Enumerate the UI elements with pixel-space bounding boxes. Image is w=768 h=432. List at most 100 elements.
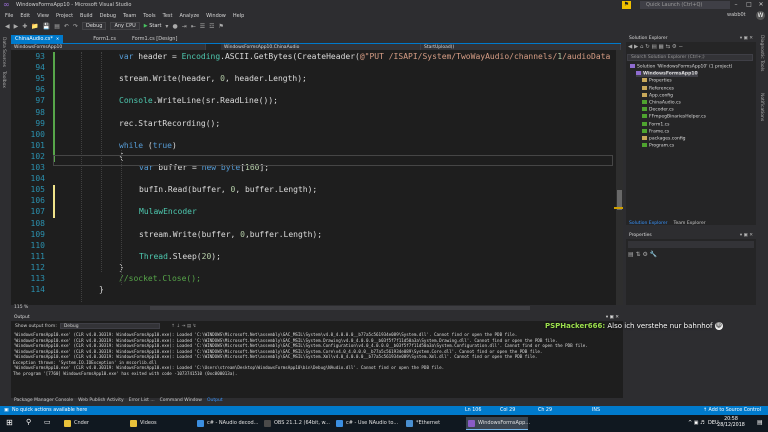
tab-label: Form1.cs (93, 36, 116, 42)
menu-file[interactable]: File (5, 13, 13, 19)
menu-project[interactable]: Project (56, 13, 73, 19)
solution-toolbar-icons[interactable]: ◀ ▶ ⌂ ↻ ▤ ▦ ⇆ ⚙ − (628, 44, 683, 50)
user-account[interactable]: wabb0t (727, 12, 746, 18)
tab-error-list[interactable]: Error List ... (129, 397, 155, 404)
tab-command-window[interactable]: Command Window (160, 397, 202, 404)
solution-search-input[interactable]: Search Solution Explorer (Ctrl+;) (627, 54, 753, 61)
start-label: Start (149, 23, 162, 29)
menu-team[interactable]: Team (123, 13, 136, 19)
play-icon: ▶ (143, 23, 148, 29)
tab-output[interactable]: Output (207, 397, 223, 404)
properties-object-combo[interactable] (628, 241, 754, 248)
save-icon[interactable]: 💾 (43, 23, 50, 30)
solution-tree-item[interactable]: ChinaAudio.cs (642, 100, 681, 106)
pin-icon[interactable]: ▾ ▣ ✕ (740, 232, 753, 239)
tray-icons[interactable]: ^ ▣ ♬ (688, 420, 705, 426)
platform-select[interactable]: Any CPU (110, 22, 140, 30)
editor-horizontal-scrollbar[interactable] (150, 306, 530, 310)
system-clock[interactable]: 20:58 28/12/2018 (714, 417, 748, 429)
tab-form1-design[interactable]: Form1.cs [Design] (128, 35, 181, 43)
menu-window[interactable]: Window (206, 13, 226, 19)
undo-icon[interactable]: ↶ (64, 23, 69, 30)
back-icon[interactable]: ◀ (5, 23, 10, 30)
taskbar-app[interactable]: WindowsFormsApp... (466, 417, 530, 430)
open-icon[interactable]: 📁 (31, 23, 38, 30)
quick-launch-input[interactable]: Quick Launch (Ctrl+Q) (640, 1, 730, 9)
solution-tree-item[interactable]: Solution 'WindowsFormsApp10' (1 project) (630, 64, 732, 70)
outdent-icon[interactable]: ⇤ (191, 23, 196, 30)
solution-tree-item[interactable]: Form1.cs (642, 121, 669, 127)
start-button[interactable]: ▶ Start (144, 23, 162, 29)
notification-flag-icon[interactable]: ⚑ (622, 1, 631, 9)
taskbar-app[interactable]: Cnder (62, 417, 126, 430)
output-text[interactable]: 'WindowsFormsApp10.exe' (CLR v4.0.30319:… (13, 332, 613, 387)
minimize-button[interactable]: – (730, 0, 742, 10)
code-line: Console.WriteLine(sr.ReadLine()); (119, 96, 278, 106)
attach-icon[interactable]: ▾ (165, 23, 168, 30)
notifications-tab[interactable]: Notifications (759, 93, 764, 121)
taskbar-app[interactable]: OBS 21.1.2 (64bit, w... (262, 417, 330, 430)
menu-debug[interactable]: Debug (100, 13, 116, 19)
solution-tree-item[interactable]: FFmpegBinariesHelper.cs (642, 114, 706, 120)
menu-view[interactable]: View (37, 13, 49, 19)
toolbox-tab[interactable]: Toolbox (1, 71, 6, 88)
add-to-source-control-button[interactable]: ↑ Add to Source Control (703, 406, 761, 415)
pin-icon[interactable]: ▾ ▣ ✕ (606, 314, 619, 321)
menu-build[interactable]: Build (80, 13, 93, 19)
bookmark-icon[interactable]: ⚑ (219, 23, 224, 30)
data-sources-tab[interactable]: Data Sources (1, 37, 6, 67)
solution-tree-item[interactable]: Decoder.cs (642, 107, 674, 113)
code-line: } (99, 285, 104, 295)
code-editor[interactable]: 93 var header = Encoding.ASCII.GetBytes(C… (11, 50, 623, 305)
app-icon (197, 420, 204, 427)
tab-chinaaudio[interactable]: ChinaAudio.cs* ✕ (11, 35, 64, 43)
solution-tree-item[interactable]: Program.cs (642, 143, 674, 149)
tab-solution-explorer[interactable]: Solution Explorer (629, 220, 668, 227)
save-all-icon[interactable]: ▤ (54, 23, 60, 30)
output-toolbar-icons[interactable]: ↑ ↓ ⇥ ▤ ↯ (171, 324, 196, 329)
menu-help[interactable]: Help (233, 13, 244, 19)
tree-item-label: WindowsFormsApp10 (643, 71, 698, 77)
action-center-icon[interactable]: ▤ (757, 419, 763, 426)
output-source-select[interactable]: Debug (59, 323, 160, 329)
menu-tools[interactable]: Tools (143, 13, 155, 19)
diagnostic-tools-tab[interactable]: Diagnostic Tools (759, 35, 764, 71)
solution-tree-item[interactable]: WindowsFormsApp10 (636, 71, 698, 77)
taskbar-app[interactable]: *Ethernet (404, 417, 468, 430)
pin-icon[interactable]: ▾ ▣ ✕ (740, 35, 753, 42)
properties-toolbar-icons[interactable]: ▤ ⇅ ⚙ 🔧 (628, 251, 657, 258)
tab-web-publish-activity[interactable]: Web Publish Activity (78, 397, 124, 404)
task-view-icon[interactable]: ▭ (44, 418, 51, 426)
taskbar-app[interactable]: Videos (128, 417, 192, 430)
close-button[interactable]: ✕ (755, 0, 767, 10)
comment-icon[interactable]: ☰ (200, 23, 205, 30)
windows-start-icon[interactable]: ⊞ (6, 418, 13, 427)
forward-icon[interactable]: ▶ (14, 23, 19, 30)
new-project-icon[interactable]: ✚ (22, 23, 27, 30)
menu-analyze[interactable]: Analyze (179, 13, 199, 19)
taskbar-app[interactable]: c# - NAudio decod... (195, 417, 259, 430)
solution-tree-item[interactable]: App.config (642, 92, 673, 98)
indent-icon[interactable]: ⇥ (182, 23, 187, 30)
tab-team-explorer[interactable]: Team Explorer (674, 220, 706, 227)
solution-tree-item[interactable]: packages.config (642, 136, 686, 142)
close-icon[interactable]: ✕ (56, 36, 59, 41)
avatar[interactable]: W (756, 11, 765, 20)
status-bar: ▣ No quick actions available here Ln 106… (0, 406, 768, 415)
configuration-select[interactable]: Debug (81, 22, 107, 30)
maximize-button[interactable]: □ (743, 0, 755, 10)
breakpoint-icon[interactable]: ● (172, 23, 177, 30)
tab-form1[interactable]: Form1.cs (89, 35, 120, 43)
taskbar-app[interactable]: c# - Use NAudio to... (334, 417, 398, 430)
menu-edit[interactable]: Edit (20, 13, 30, 19)
search-icon[interactable]: ⚲ (26, 418, 31, 426)
editor-vertical-scrollbar[interactable] (616, 50, 623, 305)
menu-test[interactable]: Test (163, 13, 173, 19)
uncomment-icon[interactable]: ☲ (209, 23, 214, 30)
redo-icon[interactable]: ↷ (73, 23, 78, 30)
line-number: 113 (30, 274, 45, 283)
solution-tree-item[interactable]: Frame.cs (642, 128, 669, 134)
solution-tree-item[interactable]: Properties (642, 78, 672, 84)
solution-tree-item[interactable]: References (642, 85, 674, 91)
tab-package-manager-console[interactable]: Package Manager Console (14, 397, 73, 404)
